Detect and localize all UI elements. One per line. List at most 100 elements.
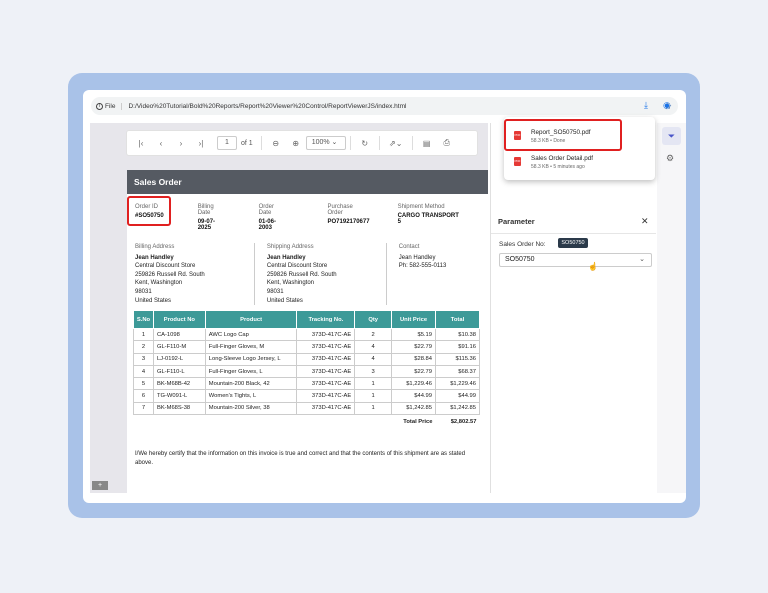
divider (411, 136, 413, 150)
table-cell: 373D-417C-AE (296, 340, 356, 354)
table-row: 4 GL-F110-L Full-Finger Gloves, L 373D-417C… (133, 364, 480, 379)
zoom-in-icon[interactable]: ⊕ (286, 139, 306, 148)
print-icon[interactable]: ⎙ (437, 138, 457, 148)
sales-order-select[interactable]: SO50750 ⌄ (499, 253, 652, 267)
table-cell: 373D-417C-AE (296, 352, 356, 366)
pdf-icon: PDF (514, 157, 521, 166)
address-line: Central Discount Store (266, 263, 328, 270)
table-cell: 3 (354, 364, 393, 379)
address-name: Jean Handley (266, 254, 306, 261)
table-cell: CA-1098 (152, 327, 206, 342)
address-line: 259826 Russell Rd. South (135, 271, 205, 278)
divider (349, 136, 351, 150)
order-id-highlight (127, 196, 171, 226)
table-cell: 373D-417C-AE (296, 364, 356, 379)
page-input[interactable]: 1 (217, 136, 237, 150)
table-cell: $22.79 (391, 364, 436, 379)
table-cell: $115.36 (435, 352, 480, 366)
column-header: Total (435, 310, 480, 329)
meta-value: 09-07-2025 (197, 219, 216, 231)
table-cell: Full-Finger Gloves, L (204, 364, 298, 379)
table-cell: $91.16 (435, 340, 480, 354)
table-cell: BK-M68S-38 (152, 401, 206, 416)
zoom-out-icon[interactable]: ⊖ (266, 139, 286, 148)
url-text[interactable]: D:/Video%20Tutorial/Bold%20Reports/Repor… (128, 103, 663, 110)
address-line: 98031 (266, 288, 284, 295)
table-row: 5 BK-M68B-42 Mountain-200 Black, 42 373D-41… (133, 377, 480, 391)
table-cell: TG-W091-L (152, 389, 206, 403)
table-cell: $28.84 (391, 352, 436, 366)
table-cell: 6 (133, 389, 154, 403)
contact-info: Contact Jean Handley Ph: 582-555-0113 (385, 243, 480, 306)
table-cell: AWC Logo Cap (204, 327, 298, 342)
meta-label: Order Date (258, 204, 274, 216)
address-label: Shipping Address (266, 244, 314, 250)
zoom-select[interactable]: 100% ⌄ (305, 136, 346, 150)
column-header: Product (204, 310, 298, 329)
first-page-icon[interactable]: |‹ (131, 139, 151, 148)
table-cell: $5.19 (391, 327, 436, 342)
table-cell: 373D-417C-AE (296, 327, 356, 342)
site-info[interactable]: i File (96, 102, 123, 110)
download-status: 58.3 KB • 5 minutes ago (531, 164, 585, 170)
total-value: $2,802.57 (450, 418, 477, 425)
next-page-icon[interactable]: › (171, 139, 191, 148)
refresh-icon[interactable]: ↻ (355, 139, 375, 148)
total-label: Total Price (403, 418, 433, 425)
table-cell: Long-Sleeve Logo Jersey, L (204, 352, 298, 366)
table-cell: 4 (354, 352, 393, 366)
value-tooltip: SO50750 (558, 238, 588, 248)
address-name: Jean Handley (135, 254, 174, 261)
add-icon[interactable]: + (92, 481, 108, 490)
table-row: 2 GL-F110-M Full-Finger Gloves, M 373D-417C… (133, 340, 480, 354)
site-info-label: File (105, 102, 116, 110)
meta-value: 01-06-2003 (258, 219, 276, 231)
table-cell: Women's Tights, L (204, 389, 298, 403)
table-cell: Full-Finger Gloves, M (204, 340, 298, 354)
address-line: Kent, Washington (135, 280, 183, 287)
total-row: Total Price $2,802.57 (134, 415, 480, 429)
address-line: Central Discount Store (135, 263, 196, 270)
meta-purchase-order: Purchase Order PO7192170677 (328, 204, 370, 231)
address-line: 98031 (135, 288, 152, 295)
table-cell: 4 (133, 364, 154, 379)
table-cell: 2 (354, 327, 393, 342)
table-cell: Mountain-200 Black, 42 (204, 377, 298, 391)
address-section: Billing Address Jean Handley Central Dis… (127, 231, 488, 306)
divider (491, 233, 656, 234)
table-cell: 1 (354, 377, 393, 391)
table-cell: 2 (133, 340, 154, 354)
right-sidebar: ⏷ ⚙ (657, 123, 686, 493)
export-icon[interactable]: ⇗⌄ (384, 139, 408, 148)
address-label: Billing Address (135, 244, 175, 250)
table-row: 3 LJ-0192-L Long-Sleeve Logo Jersey, L 373D… (133, 352, 480, 366)
gear-icon[interactable]: ⚙ (666, 153, 674, 164)
column-header: Qty (354, 310, 393, 329)
last-page-icon[interactable]: ›| (191, 139, 211, 148)
table-cell: $44.99 (391, 389, 436, 403)
report-viewer: |‹ ‹ › ›| 1 of 1 ⊖ ⊕ 100% ⌄ ↻ ⇗⌄ ▤ ⎙ Sal… (90, 123, 488, 493)
prev-page-icon[interactable]: ‹ (151, 139, 171, 148)
download-icon[interactable]: ⤓ (644, 100, 648, 111)
print-layout-icon[interactable]: ▤ (417, 139, 437, 148)
table-cell: GL-F110-L (152, 364, 206, 379)
table-row: 6 TG-W091-L Women's Tights, L 373D-417C-AE 1… (133, 389, 480, 403)
download-item[interactable]: PDF Sales Order Detail.pdf 58.3 KB • 5 m… (504, 149, 655, 173)
table-cell: 373D-417C-AE (296, 401, 356, 416)
table-cell: $44.99 (435, 389, 480, 403)
meta-label: Shipment Method (397, 204, 445, 210)
table-header-row: S.No Product No Product Tracking No. Qty… (133, 310, 480, 329)
table-cell: BK-M68B-42 (152, 377, 206, 391)
table-cell: 373D-417C-AE (296, 377, 356, 391)
items-table: S.No Product No Product Tracking No. Qty… (133, 310, 480, 429)
address-line: 259826 Russell Rd. South (266, 271, 337, 278)
table-cell: $22.79 (391, 340, 436, 354)
filter-icon[interactable]: ⏷ (662, 127, 681, 145)
close-icon[interactable]: ✕ (641, 216, 649, 227)
billing-address: Billing Address Jean Handley Central Dis… (135, 243, 254, 305)
profile-icon[interactable]: ◉ (663, 100, 671, 111)
viewer-toolbar: |‹ ‹ › ›| 1 of 1 ⊖ ⊕ 100% ⌄ ↻ ⇗⌄ ▤ ⎙ (126, 130, 478, 156)
address-bar[interactable]: i File D:/Video%20Tutorial/Bold%20Report… (91, 97, 678, 115)
table-cell: $1,242.85 (435, 401, 480, 416)
sales-order-value: SO50750 (505, 256, 535, 263)
